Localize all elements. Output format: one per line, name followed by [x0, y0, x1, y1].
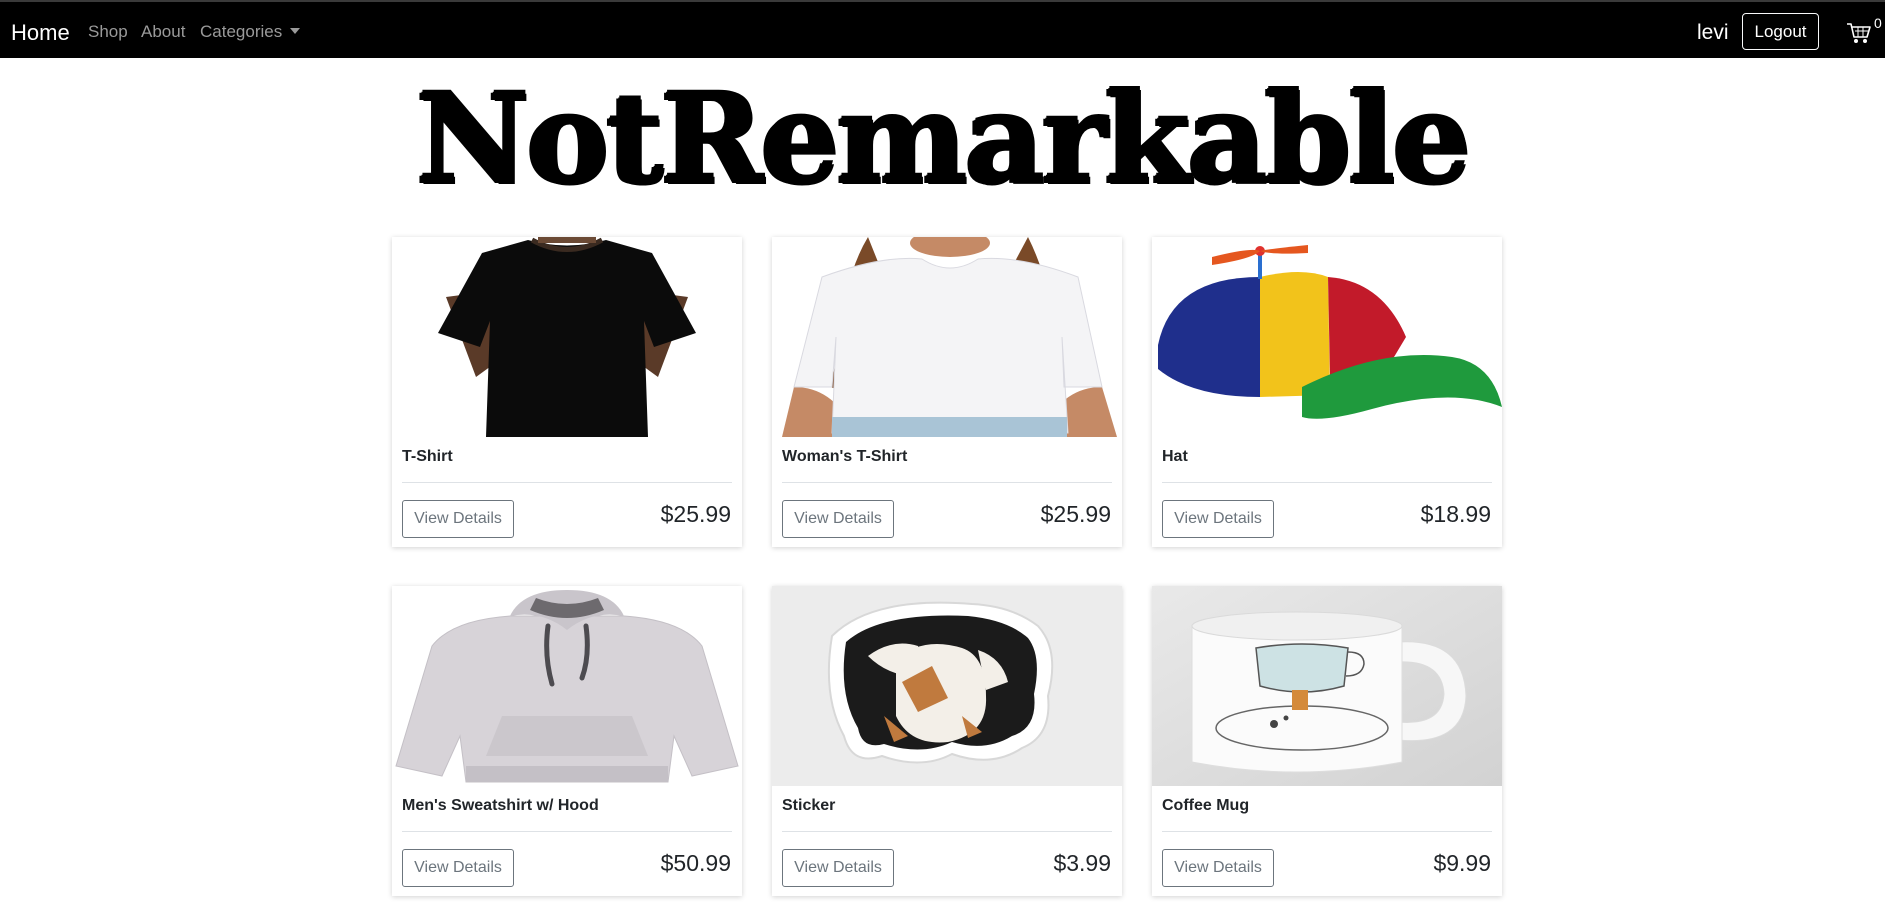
nav-categories-label: Categories	[200, 22, 283, 41]
view-details-button[interactable]: View Details	[402, 849, 514, 887]
site-logo: NotRemarkable	[415, 67, 1471, 212]
navbar: Home Shop About Categories levi Logout 0	[0, 0, 1885, 58]
product-title: Sticker	[782, 797, 836, 814]
product-price: $25.99	[660, 501, 731, 527]
product-card-tshirt: T-Shirt View Details $25.99	[392, 237, 742, 547]
product-price: $18.99	[1420, 501, 1491, 527]
username-label: levi	[1697, 21, 1729, 44]
product-image[interactable]	[392, 586, 742, 786]
nav-about-link[interactable]: About	[141, 22, 185, 42]
product-price: $50.99	[660, 850, 731, 876]
card-divider	[402, 482, 732, 483]
product-image[interactable]	[1152, 237, 1502, 437]
view-details-button[interactable]: View Details	[782, 849, 894, 887]
product-title: Men's Sweatshirt w/ Hood	[402, 797, 599, 814]
view-details-button[interactable]: View Details	[1162, 849, 1274, 887]
product-price: $3.99	[1053, 850, 1111, 876]
card-divider	[782, 831, 1112, 832]
nav-home-link[interactable]: Home	[11, 20, 70, 46]
product-title: Coffee Mug	[1162, 797, 1250, 814]
product-image[interactable]	[392, 237, 742, 437]
product-title: T-Shirt	[402, 448, 453, 465]
view-details-button[interactable]: View Details	[1162, 500, 1274, 538]
product-card-sweatshirt: Men's Sweatshirt w/ Hood View Details $5…	[392, 586, 742, 896]
product-card-sticker: Sticker View Details $3.99	[772, 586, 1122, 896]
product-image[interactable]	[772, 586, 1122, 786]
nav-categories-dropdown[interactable]: Categories	[200, 22, 301, 42]
chevron-down-icon	[290, 28, 301, 34]
product-card-womans-tshirt: Woman's T-Shirt View Details $25.99	[772, 237, 1122, 547]
product-price: $9.99	[1433, 850, 1491, 876]
product-image[interactable]	[772, 237, 1122, 437]
product-card-coffee-mug: Coffee Mug View Details $9.99	[1152, 586, 1502, 896]
card-divider	[1162, 482, 1492, 483]
card-divider	[782, 482, 1112, 483]
view-details-button[interactable]: View Details	[402, 500, 514, 538]
card-divider	[402, 831, 732, 832]
product-title: Woman's T-Shirt	[782, 448, 908, 465]
cart-count-badge: 0	[1874, 15, 1882, 31]
card-divider	[1162, 831, 1492, 832]
cart-icon[interactable]	[1846, 21, 1872, 45]
view-details-button[interactable]: View Details	[782, 500, 894, 538]
product-price: $25.99	[1040, 501, 1111, 527]
product-card-hat: Hat View Details $18.99	[1152, 237, 1502, 547]
product-title: Hat	[1162, 448, 1188, 465]
nav-shop-link[interactable]: Shop	[88, 22, 128, 42]
logout-button[interactable]: Logout	[1742, 13, 1819, 50]
product-image[interactable]	[1152, 586, 1502, 786]
